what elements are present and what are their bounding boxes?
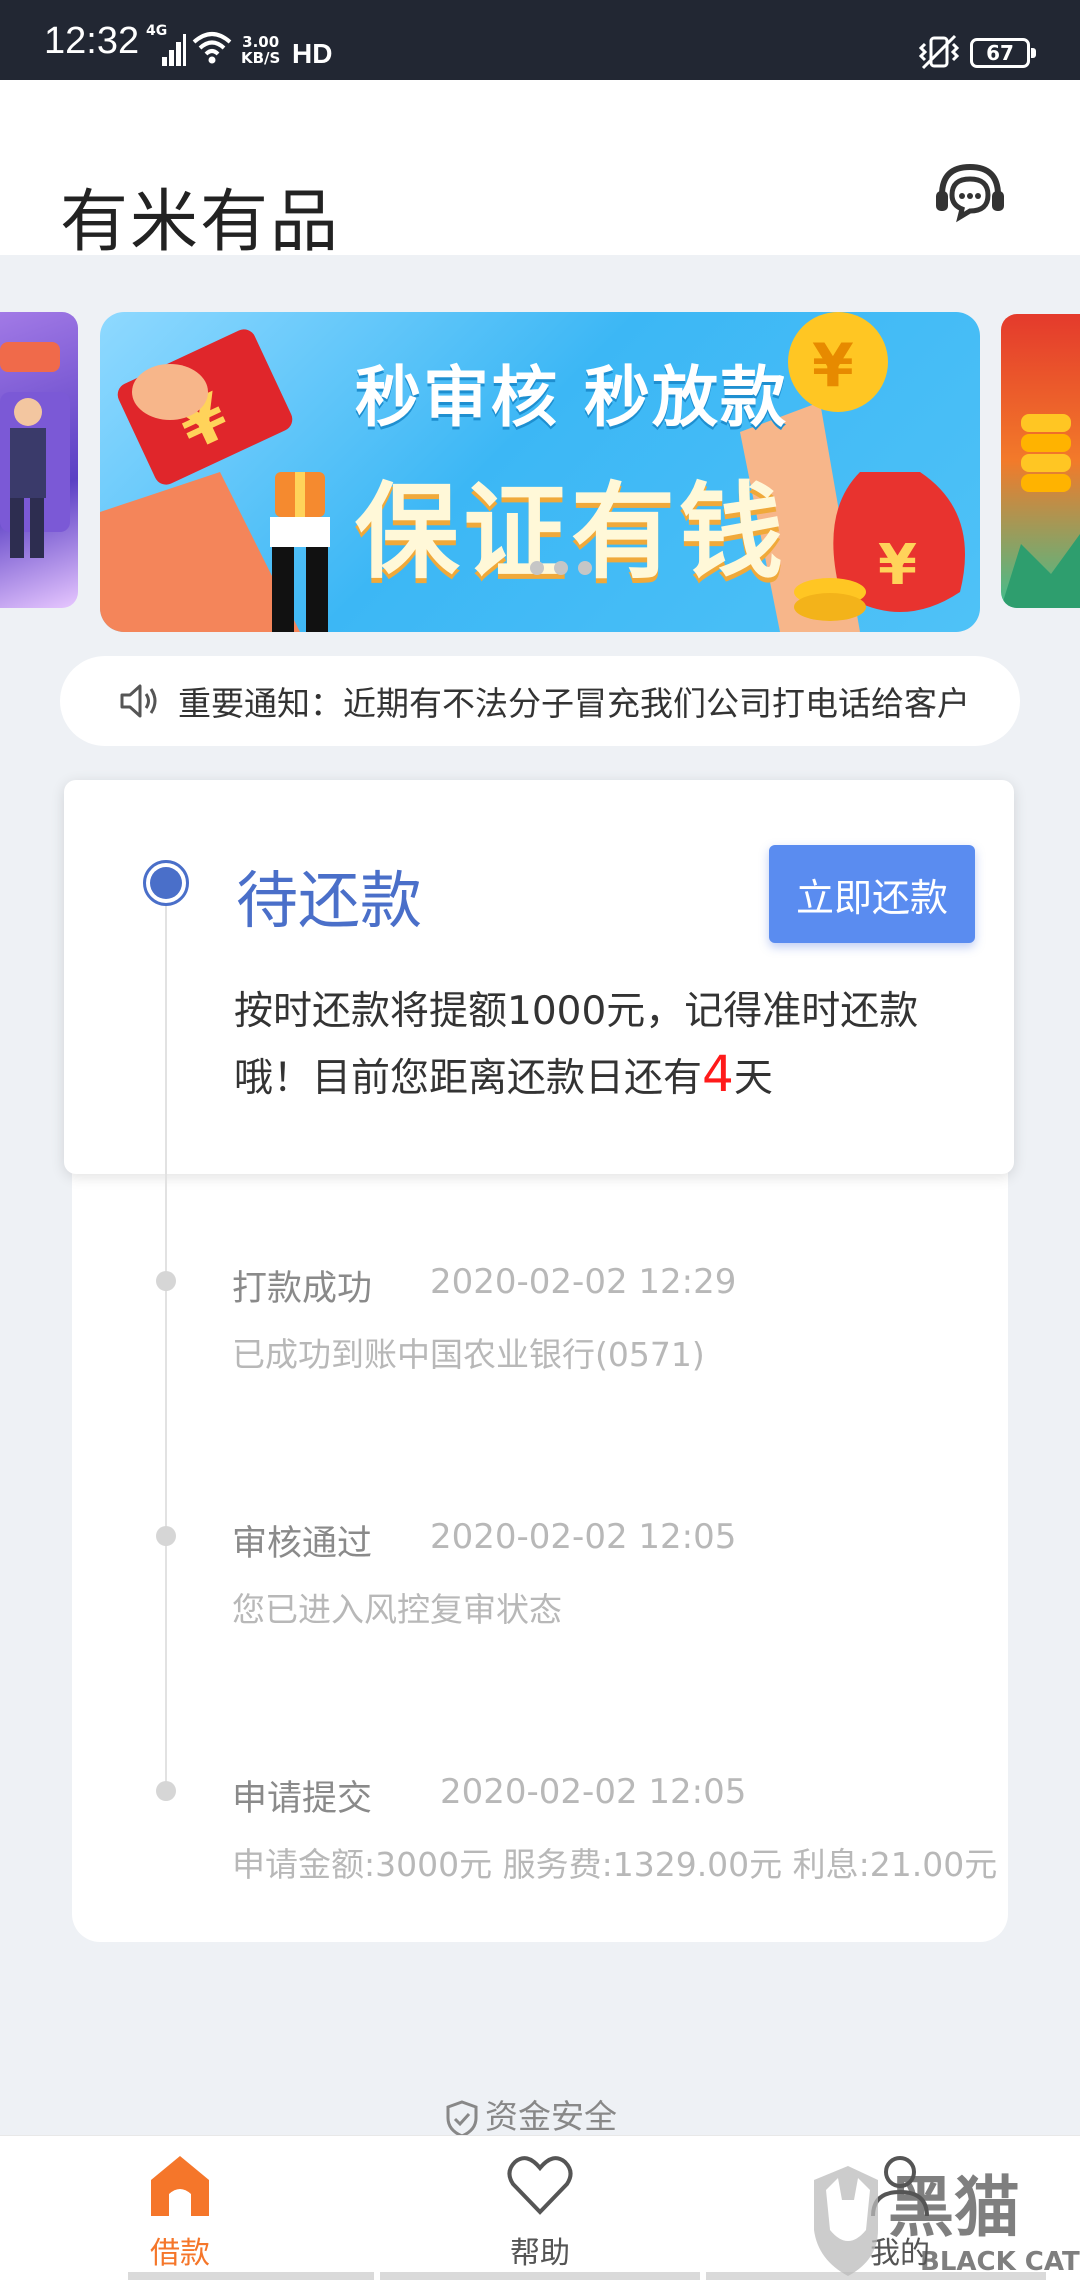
wifi-icon (192, 32, 232, 64)
notice-text: 重要通知：近期有不法分子冒充我们公司打电话给客户 (178, 684, 970, 723)
tab-label-borrow: 借款 (150, 2236, 210, 2271)
repayment-description: 按时还款将提额1000元，记得准时还款哦！目前您距离还款日还有4天 (234, 980, 954, 1110)
battery-icon: 67 (970, 38, 1036, 68)
home-icon (151, 2156, 209, 2216)
svg-text:¥: ¥ (878, 533, 917, 598)
speed-unit: KB/S (241, 49, 281, 67)
watermark-text-en: BLACK CAT (920, 2247, 1080, 2277)
tab-label-help: 帮助 (510, 2236, 570, 2271)
fund-safety-label: 资金安全 (445, 2090, 617, 2138)
carousel-dot (530, 561, 544, 575)
event-title-disbursed: 打款成功 (232, 1269, 373, 1309)
banner-next-slide[interactable] (1001, 314, 1080, 608)
current-status-dot (150, 867, 182, 899)
event-time-submitted: 2020-02-02 12:05 (440, 1772, 747, 1812)
repayment-card (64, 780, 1014, 1174)
repay-now-button[interactable]: 立即还款 (769, 845, 975, 943)
event-time-disbursed: 2020-02-02 12:29 (430, 1262, 737, 1302)
timeline-node (156, 1526, 176, 1546)
signal-icon (162, 32, 186, 66)
event-desc-disbursed: 已成功到账中国农业银行(0571) (232, 1335, 705, 1374)
timeline-line (165, 895, 167, 1785)
carousel-indicator (530, 560, 602, 579)
vibrate-icon (918, 34, 960, 70)
status-time: 12:32 (44, 20, 140, 62)
app-header: 有米有品 (0, 80, 1080, 262)
tab-borrow[interactable]: 借款 (60, 2136, 300, 2280)
repayment-status: 待还款 (236, 864, 423, 937)
page-title: 有米有品 (60, 183, 341, 262)
network-speed: 3.00 KB/S (241, 34, 280, 66)
status-bar: 12:32 4G 3.00 KB/S HD 67 (0, 0, 1080, 80)
coins-illustration (1001, 414, 1080, 608)
repayment-desc-text: 按时还款将提额1000元，记得准时还款哦！目前您距离还款日还有 (234, 989, 919, 1101)
headset-chat-icon[interactable] (930, 155, 1010, 235)
svg-text:¥: ¥ (812, 331, 854, 401)
days-remaining: 4 (702, 1045, 734, 1103)
speed-value: 3.00 (242, 33, 280, 51)
event-desc-approved: 您已进入风控复审状态 (232, 1590, 562, 1629)
speaker-icon (120, 684, 157, 718)
notice-bar[interactable]: 重要通知：近期有不法分子冒充我们公司打电话给客户 (60, 656, 1020, 746)
heart-icon (507, 2156, 573, 2215)
timeline-node (156, 1781, 176, 1801)
event-title-submitted: 申请提交 (232, 1779, 373, 1819)
fund-safety-text: 资金安全 (485, 2097, 617, 2136)
businessman-illustration (0, 342, 70, 558)
shield-check-icon (446, 2099, 478, 2138)
banner-main-slide[interactable]: ¥ ¥ ¥ 秒审核 秒放款 保证有钱 (100, 312, 980, 632)
banner-subtitle: 秒审核 秒放款 (355, 359, 788, 436)
carousel-dot (554, 561, 568, 575)
black-cat-watermark: 黑猫 BLACK CAT (814, 2166, 1080, 2277)
hd-indicator: HD (292, 38, 333, 69)
nav-gesture-bar (128, 2272, 374, 2280)
watermark-text-cn: 黑猫 (888, 2169, 1020, 2246)
event-time-approved: 2020-02-02 12:05 (430, 1517, 737, 1557)
event-desc-submitted: 申请金额:3000元 服务费:1329.00元 利息:21.00元 (232, 1845, 998, 1884)
tab-help[interactable]: 帮助 (420, 2136, 660, 2280)
event-title-approved: 审核通过 (232, 1524, 373, 1564)
banner-prev-slide[interactable] (0, 312, 78, 608)
nav-gesture-bar (380, 2272, 700, 2280)
carousel-dot (578, 561, 592, 575)
timeline-node (156, 1271, 176, 1291)
repayment-desc-suffix: 天 (733, 1056, 773, 1101)
